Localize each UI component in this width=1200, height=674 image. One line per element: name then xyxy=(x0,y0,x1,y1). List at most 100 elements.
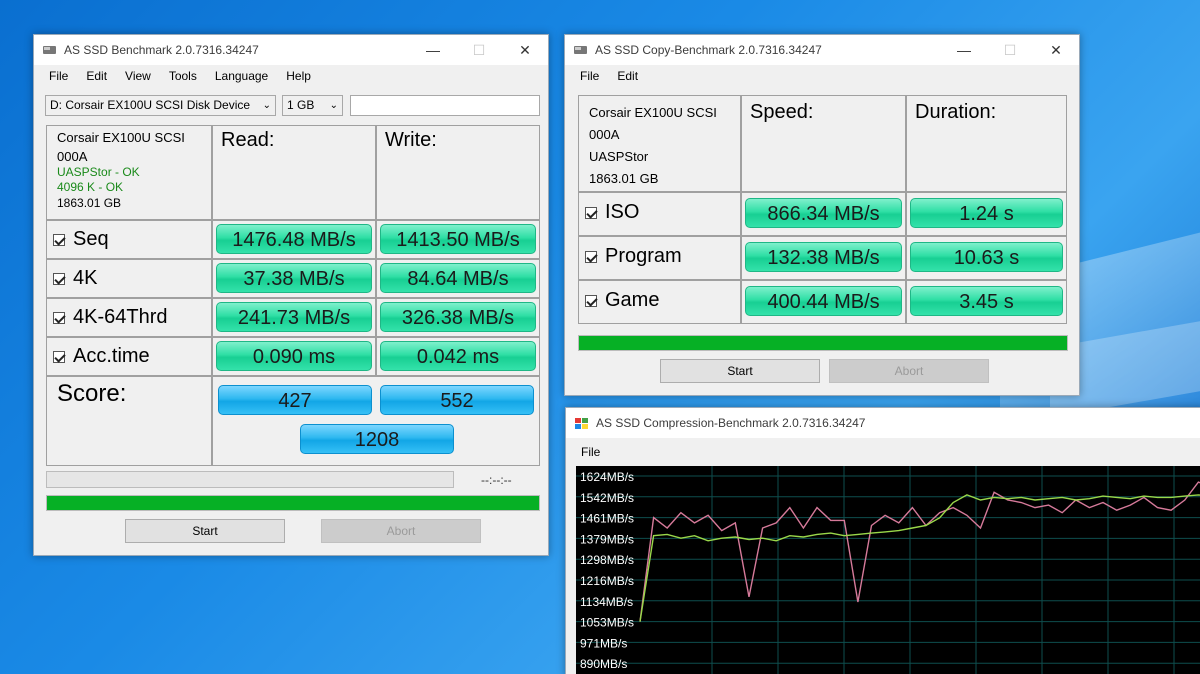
title-bar[interactable]: AS SSD Benchmark 2.0.7316.34247 — ☐ ✕ xyxy=(34,35,548,65)
device-firmware: 000A xyxy=(57,149,88,164)
abort-button[interactable]: Abort xyxy=(829,359,989,383)
window-title: AS SSD Compression-Benchmark 2.0.7316.34… xyxy=(596,416,866,430)
checkbox[interactable] xyxy=(53,350,65,363)
write-header-cell: Write: xyxy=(376,125,540,220)
row-label-cell: 4K-64Thrd xyxy=(46,298,212,337)
benchmark-progress-bar xyxy=(46,471,454,488)
menu-help[interactable]: Help xyxy=(277,69,320,83)
compression-benchmark-window: AS SSD Compression-Benchmark 2.0.7316.34… xyxy=(565,407,1200,674)
score-label-cell: Score: xyxy=(46,376,212,466)
row-label-game: Game xyxy=(605,289,660,311)
read-header: Read: xyxy=(221,129,275,151)
acctime-read-value: 0.090 ms xyxy=(216,341,372,371)
score-total: 1208 xyxy=(300,424,454,454)
compression-chart-svg: 1624MB/s 1542MB/s 1461MB/s 1379MB/s 1298MB/s… xyxy=(576,466,1200,674)
abort-button[interactable]: Abort xyxy=(321,519,481,543)
speed-header: Speed: xyxy=(750,101,814,123)
device-capacity: 1863.01 GB xyxy=(57,196,122,210)
y-tick-label: 1134MB/s xyxy=(580,595,633,609)
app-disk-icon xyxy=(42,44,58,56)
checkbox[interactable] xyxy=(53,272,65,285)
row-label-cell: 4K xyxy=(46,259,212,298)
menu-file[interactable]: File xyxy=(572,445,609,459)
checkbox[interactable] xyxy=(53,311,65,324)
row-label-acctime: Acc.time xyxy=(73,345,150,367)
4k-read-value: 37.38 MB/s xyxy=(216,263,372,293)
window-title: AS SSD Benchmark 2.0.7316.34247 xyxy=(64,43,259,57)
y-tick-label: 1298MB/s xyxy=(580,553,634,567)
drive-select-value: D: Corsair EX100U SCSI Disk Device xyxy=(50,98,251,112)
checkbox[interactable] xyxy=(585,206,597,219)
program-speed-value: 132.38 MB/s xyxy=(745,242,902,272)
start-button[interactable]: Start xyxy=(660,359,820,383)
read-header-cell: Read: xyxy=(212,125,376,220)
4k64-read-value: 241.73 MB/s xyxy=(216,302,372,332)
copy-benchmark-window: AS SSD Copy-Benchmark 2.0.7316.34247 — ☐… xyxy=(564,34,1080,396)
menu-language[interactable]: Language xyxy=(206,69,277,83)
acctime-checkbox-row[interactable]: Acc.time xyxy=(53,345,150,368)
row-label-program: Program xyxy=(605,245,682,267)
4k-checkbox-row[interactable]: 4K xyxy=(53,267,97,290)
elapsed-time: --:--:-- xyxy=(481,473,512,487)
row-label-seq: Seq xyxy=(73,228,109,250)
iso-checkbox-row[interactable]: ISO xyxy=(585,201,639,224)
row-label-cell: Acc.time xyxy=(46,337,212,376)
title-bar[interactable]: AS SSD Compression-Benchmark 2.0.7316.34… xyxy=(566,408,1200,438)
menu-bar: File Edit xyxy=(565,65,1079,87)
minimize-icon[interactable]: — xyxy=(941,35,987,65)
score-read: 427 xyxy=(218,385,372,415)
duration-header-cell: Duration: xyxy=(906,95,1067,192)
menu-edit[interactable]: Edit xyxy=(608,69,647,83)
maximize-icon: ☐ xyxy=(1003,42,1017,58)
program-checkbox-row[interactable]: Program xyxy=(585,245,682,268)
size-select[interactable]: 1 GB ⌄ xyxy=(282,95,343,116)
menu-bar: File xyxy=(566,438,1200,466)
seq-checkbox-row[interactable]: Seq xyxy=(53,228,109,251)
size-select-value: 1 GB xyxy=(287,98,315,112)
y-tick-label: 1461MB/s xyxy=(580,512,634,526)
copy-progress-bar xyxy=(578,335,1068,351)
4k64-checkbox-row[interactable]: 4K-64Thrd xyxy=(53,306,168,329)
minimize-icon[interactable]: — xyxy=(410,35,456,65)
menu-edit[interactable]: Edit xyxy=(77,69,116,83)
drive-select[interactable]: D: Corsair EX100U SCSI Disk Device ⌄ xyxy=(45,95,276,116)
y-tick-label: 1053MB/s xyxy=(580,616,634,630)
menu-file[interactable]: File xyxy=(40,69,77,83)
close-icon[interactable]: ✕ xyxy=(1033,35,1079,65)
game-checkbox-row[interactable]: Game xyxy=(585,289,659,312)
menu-view[interactable]: View xyxy=(116,69,160,83)
y-tick-label: 1216MB/s xyxy=(580,574,634,588)
speed-header-cell: Speed: xyxy=(741,95,906,192)
title-bar[interactable]: AS SSD Copy-Benchmark 2.0.7316.34247 — ☐… xyxy=(565,35,1079,65)
window-title: AS SSD Copy-Benchmark 2.0.7316.34247 xyxy=(595,43,822,57)
row-label-cell: Program xyxy=(578,236,741,280)
status-field[interactable] xyxy=(350,95,540,116)
menu-file[interactable]: File xyxy=(571,69,608,83)
device-info-cell: Corsair EX100U SCSI 000A UASPStor 1863.0… xyxy=(578,95,741,192)
device-name: Corsair EX100U SCSI xyxy=(589,105,717,120)
seq-read-value: 1476.48 MB/s xyxy=(216,224,372,254)
menu-tools[interactable]: Tools xyxy=(160,69,206,83)
benchmark-window: AS SSD Benchmark 2.0.7316.34247 — ☐ ✕ Fi… xyxy=(33,34,549,556)
app-window-icon xyxy=(574,417,590,429)
duration-header: Duration: xyxy=(915,101,997,123)
row-label-iso: ISO xyxy=(605,201,640,223)
checkbox[interactable] xyxy=(53,233,65,246)
iso-duration-value: 1.24 s xyxy=(910,198,1063,228)
checkbox[interactable] xyxy=(585,294,597,307)
menu-bar: File Edit View Tools Language Help xyxy=(34,65,548,87)
4k-write-value: 84.64 MB/s xyxy=(380,263,536,293)
row-label-cell: ISO xyxy=(578,192,741,236)
y-tick-label: 1624MB/s xyxy=(580,470,634,484)
game-duration-value: 3.45 s xyxy=(910,286,1063,316)
checkbox[interactable] xyxy=(585,250,597,263)
start-button[interactable]: Start xyxy=(125,519,285,543)
acctime-write-value: 0.042 ms xyxy=(380,341,536,371)
close-icon[interactable]: ✕ xyxy=(502,35,548,65)
row-label-cell: Seq xyxy=(46,220,212,259)
device-firmware: 000A xyxy=(589,127,620,142)
device-info-cell: Corsair EX100U SCSI 000A UASPStor - OK 4… xyxy=(46,125,212,220)
series-line-1 xyxy=(639,494,1200,622)
y-tick-label: 1379MB/s xyxy=(580,532,634,546)
row-label-4k: 4K xyxy=(73,267,98,289)
